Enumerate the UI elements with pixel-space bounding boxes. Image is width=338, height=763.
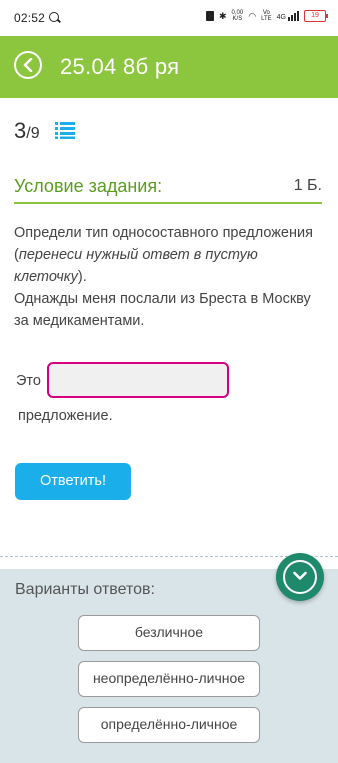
task-current: 3 [14,118,27,143]
task-list-icon[interactable] [55,122,75,139]
collapse-variants-button[interactable] [276,553,324,601]
answer-option[interactable]: определённо-личное [78,707,260,743]
nfc-icon [206,11,214,21]
answer-prefix: Это [16,373,41,389]
task-points: 1 Б. [293,177,322,194]
answer-option[interactable]: неопределённо-личное [78,661,260,697]
condition-header: Условие задания: 1 Б. [14,174,322,200]
task-sentence: Однажды меня послали из Бреста в Москву … [14,291,311,329]
back-button[interactable] [14,51,42,79]
volte-indicator: Vo LTE [261,10,272,22]
answer-drop-zone[interactable] [47,362,229,398]
page-title: 25.04 8б ря [60,54,180,79]
task-total: /9 [26,125,40,142]
bluetooth-icon: ✱ [219,10,227,21]
wifi-icon: ◠ [248,10,257,21]
status-icons: ✱ 0,00 K/S ◠ Vo LTE 4G 19 [206,10,328,22]
instruction-hint: перенеси нужный ответ в пустую клеточку [14,247,258,285]
condition-title: Условие задания: [14,176,163,196]
signal-icon: 4G [277,11,299,21]
app-header: 25.04 8б ря [0,36,338,98]
status-time: 02:52 [14,11,46,25]
chevron-left-icon [23,58,33,72]
variants-title: Варианты ответов: [15,581,155,598]
answer-suffix: предложение. [18,408,113,424]
search-icon [49,12,59,22]
answer-option[interactable]: безличное [78,615,260,651]
battery-icon: 19 [304,10,328,22]
status-bar: 02:52 ✱ 0,00 K/S ◠ Vo LTE 4G 19 [0,0,338,36]
submit-answer-button[interactable]: Ответить! [15,463,131,500]
chevron-down-icon [283,560,317,594]
task-counter: 3/9 [14,118,40,144]
network-speed: 0,00 K/S [231,10,244,22]
condition-divider [14,202,322,204]
task-instruction: Определи тип односоставного предложения … [14,225,313,285]
